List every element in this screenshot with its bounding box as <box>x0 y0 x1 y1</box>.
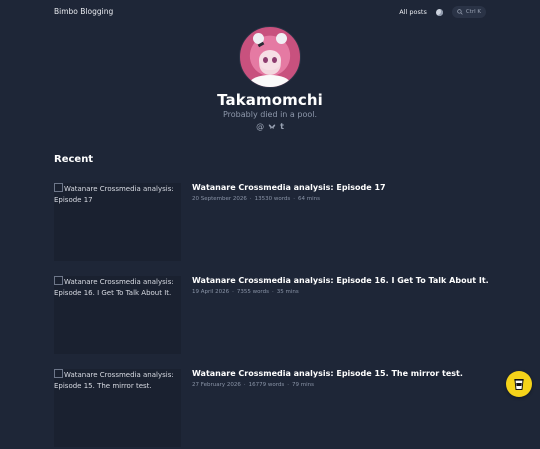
post-meta: 20 September 2026 · 13530 words · 64 mins <box>192 196 321 202</box>
recent-heading: Recent <box>54 154 94 165</box>
post-title-link[interactable]: Watanare Crossmedia analysis: Episode 17 <box>192 183 492 192</box>
social-links: @ t <box>0 122 540 131</box>
post-meta: 19 April 2026 · 7355 words · 35 mins <box>192 289 299 295</box>
post-card[interactable]: Watanare Crossmedia analysis: Episode 16… <box>54 276 489 356</box>
post-read-time: 35 mins <box>276 289 299 295</box>
post-read-time: 79 mins <box>292 382 314 388</box>
avatar <box>239 26 301 88</box>
author-name: Takamomchi <box>217 91 323 109</box>
thumbnail-alt-text: Watanare Crossmedia analysis: Episode 16… <box>54 278 174 297</box>
post-date: 19 April 2026 <box>192 289 230 295</box>
post-date: 27 February 2026 <box>192 382 241 388</box>
coffee-cup-icon <box>514 379 524 390</box>
top-bar: Bimbo Blogging All posts Ctrl K <box>0 0 540 24</box>
search-button[interactable]: Ctrl K <box>451 6 486 18</box>
post-thumbnail[interactable]: Watanare Crossmedia analysis: Episode 17 <box>54 183 181 261</box>
post-card[interactable]: Watanare Crossmedia analysis: Episode 17… <box>54 183 484 263</box>
post-title-link[interactable]: Watanare Crossmedia analysis: Episode 15… <box>192 369 492 378</box>
broken-image-icon <box>54 183 63 192</box>
profile-section: Takamomchi Probably died in a pool. @ t <box>0 26 540 131</box>
tumblr-icon[interactable]: t <box>280 122 284 131</box>
buy-me-a-coffee-button[interactable] <box>506 371 532 397</box>
theme-toggle-icon[interactable] <box>435 8 443 16</box>
post-meta: 27 February 2026 · 16779 words · 79 mins <box>192 382 314 388</box>
thumbnail-alt-text: Watanare Crossmedia analysis: Episode 15… <box>54 371 174 390</box>
thumbnail-alt-text: Watanare Crossmedia analysis: Episode 17 <box>54 185 174 204</box>
at-icon[interactable]: @ <box>256 122 264 131</box>
post-word-count: 13530 words <box>254 196 291 202</box>
author-tagline: Probably died in a pool. <box>222 110 317 119</box>
search-shortcut-label: Ctrl K <box>465 9 481 15</box>
post-card[interactable]: Watanare Crossmedia analysis: Episode 15… <box>54 369 484 449</box>
post-read-time: 64 mins <box>298 196 321 202</box>
post-date: 20 September 2026 <box>192 196 247 202</box>
all-posts-link[interactable]: All posts <box>399 8 427 16</box>
post-thumbnail[interactable]: Watanare Crossmedia analysis: Episode 15… <box>54 369 181 447</box>
broken-image-icon <box>54 369 63 378</box>
site-brand-link[interactable]: Bimbo Blogging <box>54 7 113 16</box>
broken-image-icon <box>54 276 63 285</box>
top-nav: All posts Ctrl K <box>399 5 486 19</box>
search-icon <box>457 9 463 15</box>
post-title-link[interactable]: Watanare Crossmedia analysis: Episode 16… <box>192 276 492 285</box>
post-word-count: 16779 words <box>248 382 285 388</box>
post-thumbnail[interactable]: Watanare Crossmedia analysis: Episode 16… <box>54 276 181 354</box>
post-word-count: 7355 words <box>236 289 269 295</box>
bluesky-icon[interactable] <box>268 122 276 131</box>
